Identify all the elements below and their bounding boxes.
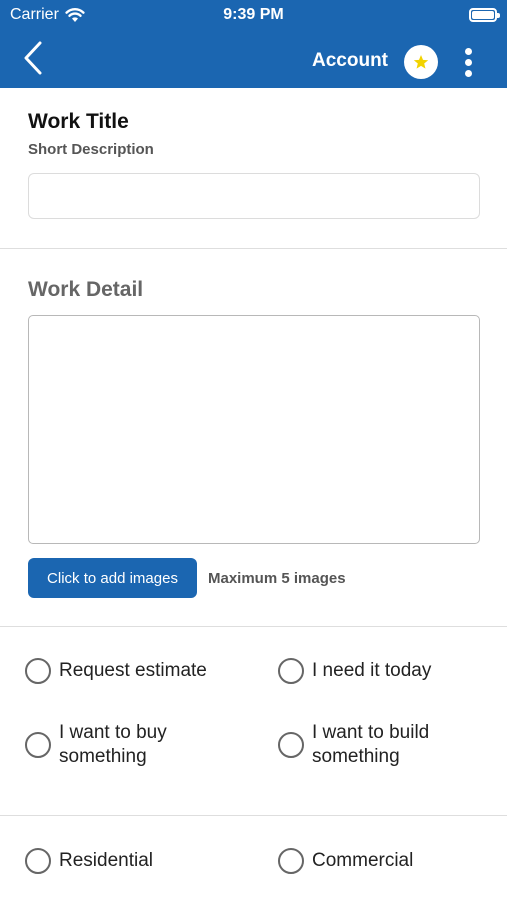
radio-label: Commercial — [312, 850, 414, 871]
chevron-left-icon — [24, 41, 42, 75]
status-bar: Carrier 9:39 PM — [0, 0, 507, 30]
more-dot — [464, 59, 472, 66]
radio-circle-icon — [25, 658, 51, 684]
more-vertical-icon — [464, 48, 472, 55]
radio-residential[interactable]: Residential — [25, 848, 153, 874]
max-images-note: Maximum 5 images — [208, 570, 346, 587]
radio-commercial[interactable]: Commercial — [278, 848, 413, 874]
star-icon — [413, 55, 429, 69]
divider — [0, 248, 507, 249]
nav-title[interactable]: Account — [300, 50, 400, 72]
back-button[interactable] — [20, 40, 46, 76]
radio-want-buy[interactable]: I want to buy something — [25, 721, 167, 769]
status-time: 9:39 PM — [223, 6, 284, 23]
nav-bar: Carrier 9:39 PM Account — [0, 0, 507, 88]
work-detail-label: Work Detail — [28, 278, 144, 301]
radio-circle-icon — [278, 732, 304, 758]
radio-label: Residential — [59, 850, 153, 871]
radio-label: I want to build something — [312, 722, 430, 767]
radio-circle-icon — [25, 848, 51, 874]
radio-need-today[interactable]: I need it today — [278, 658, 431, 684]
short-description-label: Short Description — [28, 141, 154, 158]
work-title-heading: Work Title — [28, 110, 129, 133]
radio-circle-icon — [278, 658, 304, 684]
favorite-button[interactable] — [404, 45, 438, 79]
add-images-button[interactable]: Click to add images — [28, 558, 197, 598]
battery-icon — [469, 8, 500, 22]
short-description-input[interactable] — [28, 173, 480, 219]
more-dot — [464, 70, 472, 77]
radio-circle-icon — [278, 848, 304, 874]
work-detail-textarea[interactable] — [28, 315, 480, 544]
radio-request-estimate[interactable]: Request estimate — [25, 658, 207, 684]
radio-label: I want to buy something — [59, 722, 167, 767]
radio-label: I need it today — [312, 660, 432, 681]
divider — [0, 815, 507, 816]
radio-want-build[interactable]: I want to build something — [278, 721, 429, 769]
radio-circle-icon — [25, 732, 51, 758]
divider — [0, 626, 507, 627]
radio-label: Request estimate — [59, 660, 207, 681]
more-options-button[interactable] — [460, 46, 476, 80]
